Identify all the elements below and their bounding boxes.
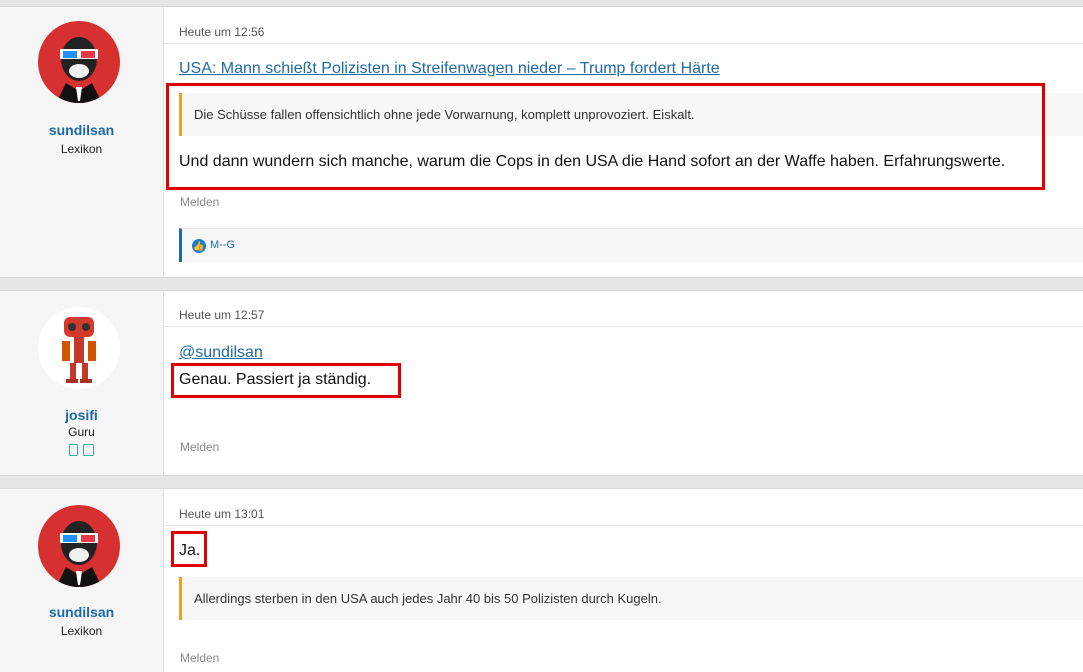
avatar[interactable] (38, 505, 120, 587)
divider (164, 43, 1083, 44)
thumbs-up-icon: 👍 (192, 239, 206, 253)
post-content: Heute um 12:57 @sundilsan Genau. Passier… (164, 291, 1083, 475)
phone-icon (68, 444, 78, 456)
avatar[interactable] (38, 307, 120, 389)
user-info: sundilsan Lexikon (0, 489, 164, 672)
divider (164, 326, 1083, 327)
forum-thread: sundilsan Lexikon Heute um 12:56 USA: Ma… (0, 0, 1083, 672)
blockquote: Allerdings sterben in den USA auch jedes… (179, 577, 1083, 620)
monkey-avatar-icon (38, 21, 120, 103)
quote-text: Die Schüsse fallen offensichtlich ohne j… (194, 107, 695, 122)
user-rank: Lexikon (60, 142, 103, 156)
post-timestamp[interactable]: Heute um 13:01 (179, 507, 264, 521)
monkey-avatar-icon (38, 505, 120, 587)
likes-bar: 👍 M--G (179, 228, 1083, 262)
device-icons (0, 444, 163, 459)
post-body: Genau. Passiert ja ständig. (179, 371, 372, 388)
blockquote: Die Schüsse fallen offensichtlich ohne j… (179, 93, 1083, 136)
like-user-link[interactable]: M--G (210, 239, 235, 251)
user-rank: Lexikon (60, 624, 103, 638)
post-timestamp[interactable]: Heute um 12:57 (179, 308, 264, 322)
post: josifi Guru Heute um 12:57 @sundilsan Ge… (0, 290, 1083, 476)
post-body: Ja. (179, 542, 201, 559)
post-timestamp[interactable]: Heute um 12:56 (179, 25, 264, 39)
user-rank: Guru (68, 425, 95, 439)
user-info: josifi Guru (0, 291, 164, 475)
post: sundilsan Lexikon Heute um 12:56 USA: Ma… (0, 6, 1083, 278)
mention-link[interactable]: @sundilsan (179, 344, 263, 362)
article-link[interactable]: USA: Mann schießt Polizisten in Streifen… (179, 60, 720, 78)
post-content: Heute um 13:01 Ja. Allerdings sterben in… (164, 489, 1083, 672)
username[interactable]: sundilsan (0, 122, 163, 138)
user-info: sundilsan Lexikon (0, 7, 164, 277)
robot-avatar-icon (38, 307, 120, 389)
username[interactable]: josifi (0, 407, 163, 423)
post-content: Heute um 12:56 USA: Mann schießt Polizis… (164, 7, 1083, 277)
username[interactable]: sundilsan (0, 604, 163, 620)
divider (164, 525, 1083, 526)
report-link[interactable]: Melden (180, 195, 219, 209)
tablet-icon (83, 444, 95, 456)
report-link[interactable]: Melden (180, 440, 219, 454)
report-link[interactable]: Melden (180, 651, 219, 665)
avatar[interactable] (38, 21, 120, 103)
post: sundilsan Lexikon Heute um 13:01 Ja. All… (0, 488, 1083, 672)
post-body: Und dann wundern sich manche, warum die … (179, 153, 1006, 170)
quote-text: Allerdings sterben in den USA auch jedes… (194, 591, 662, 606)
